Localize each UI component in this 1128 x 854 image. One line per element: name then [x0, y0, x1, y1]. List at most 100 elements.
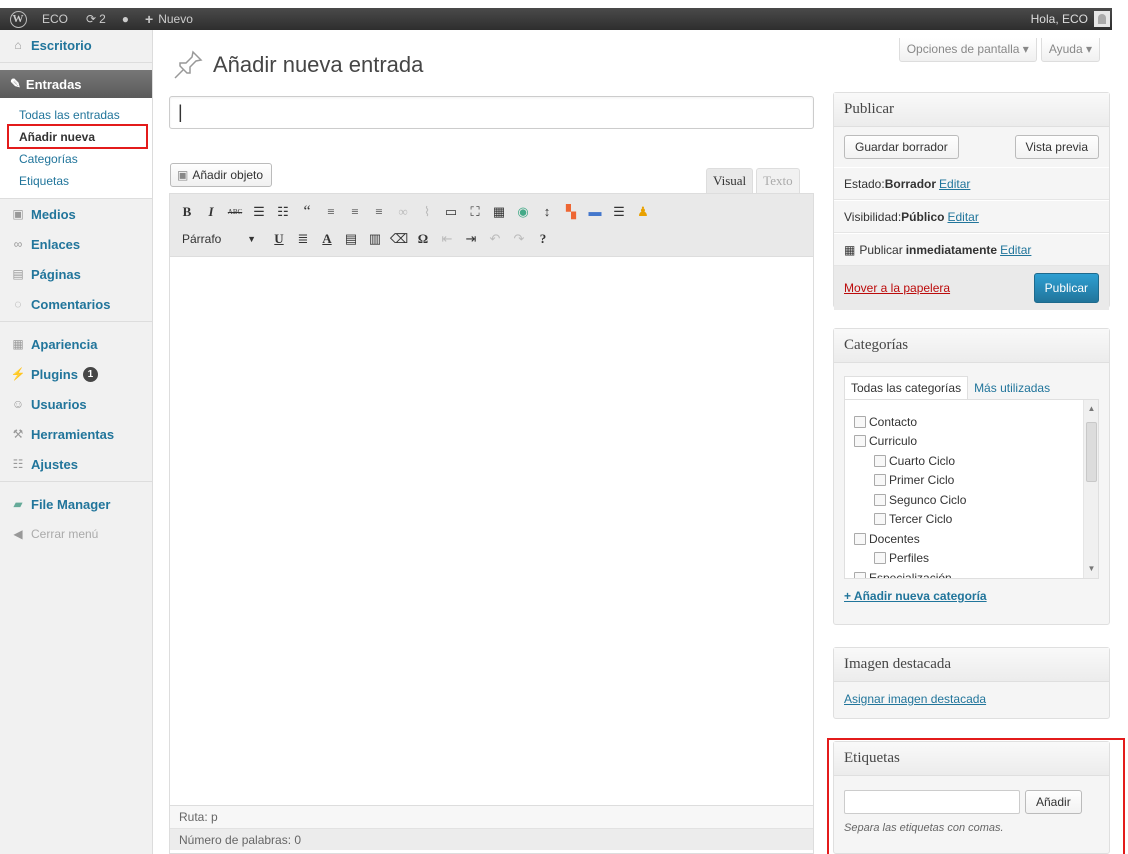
checkbox[interactable]: [874, 454, 886, 467]
tab-all-categories[interactable]: Todas las categorías: [844, 376, 969, 399]
align-center-icon[interactable]: ≡: [346, 203, 364, 221]
fullscreen-icon[interactable]: ⛶: [466, 203, 484, 221]
set-featured-image-link[interactable]: Asignar imagen destacada: [844, 692, 986, 706]
menu-escritorio[interactable]: ⌂ Escritorio: [0, 30, 152, 60]
bullet-list-icon[interactable]: ☰: [250, 203, 268, 221]
editor-content-area[interactable]: [170, 257, 813, 805]
insert-more-icon[interactable]: ▭: [442, 203, 460, 221]
numbered-list-icon[interactable]: ☷: [274, 203, 292, 221]
wordpress-logo-icon[interactable]: W: [4, 8, 32, 30]
underline-icon[interactable]: U: [270, 230, 288, 248]
menu-paginas[interactable]: ▤ Páginas: [0, 259, 152, 289]
menu-comentarios[interactable]: ◌ Comentarios: [0, 289, 152, 319]
tab-visual[interactable]: Visual: [706, 168, 754, 193]
avatar[interactable]: [1094, 11, 1110, 27]
add-media-button[interactable]: ▣ Añadir objeto: [170, 163, 273, 187]
redo-icon[interactable]: ↷: [510, 230, 528, 248]
screen-options-button[interactable]: Opciones de pantalla ▾: [898, 38, 1037, 62]
publish-button[interactable]: Publicar: [1033, 273, 1099, 303]
format-select[interactable]: Párrafo ▼: [178, 229, 260, 249]
indent-icon[interactable]: ⇥: [462, 230, 480, 248]
tab-most-used[interactable]: Más utilizadas: [968, 377, 1056, 399]
justify-icon[interactable]: ≣: [294, 230, 312, 248]
updates-link[interactable]: ⟳ 2: [78, 8, 114, 30]
edit-status-link[interactable]: Editar: [939, 177, 970, 191]
preview-button[interactable]: Vista previa: [1014, 135, 1099, 159]
menu-file-manager[interactable]: ▰ File Manager: [0, 489, 152, 519]
new-content-link[interactable]: + Nuevo: [137, 8, 201, 30]
trash-link[interactable]: Mover a la papelera: [844, 281, 950, 295]
category-item[interactable]: Contacto: [854, 412, 1098, 432]
help-icon[interactable]: ?: [534, 230, 552, 248]
post-title-input[interactable]: [169, 96, 814, 129]
plugin-bar-icon[interactable]: ▬: [586, 203, 604, 221]
category-item[interactable]: Cuarto Ciclo: [854, 451, 1098, 471]
edit-visibility-link[interactable]: Editar: [948, 210, 979, 224]
checkbox[interactable]: [874, 474, 886, 487]
checkbox[interactable]: [874, 552, 886, 565]
edit-schedule-link[interactable]: Editar: [1000, 243, 1031, 257]
plugin-db-icon[interactable]: ◉: [514, 203, 532, 221]
category-item[interactable]: Tercer Ciclo: [854, 510, 1098, 530]
italic-icon[interactable]: I: [202, 203, 220, 221]
undo-icon[interactable]: ↶: [486, 230, 504, 248]
submenu-categorias[interactable]: Categorías: [0, 148, 152, 170]
bold-icon[interactable]: B: [178, 203, 196, 221]
menu-entradas[interactable]: ✎ Entradas: [0, 70, 152, 98]
category-item[interactable]: Segunco Ciclo: [854, 490, 1098, 510]
outdent-icon[interactable]: ⇤: [438, 230, 456, 248]
blockquote-icon[interactable]: “: [298, 203, 316, 221]
menu-apariencia[interactable]: ▦ Apariencia: [0, 329, 152, 359]
tab-text[interactable]: Texto: [756, 168, 800, 193]
categories-box-title[interactable]: Categorías: [834, 329, 1109, 363]
collapse-menu-button[interactable]: ◀ Cerrar menú: [0, 519, 152, 549]
calendar-icon: ▦: [844, 242, 856, 257]
insert-link-icon[interactable]: ∞: [394, 203, 412, 221]
menu-plugins[interactable]: ⚡ Plugins 1: [0, 359, 152, 389]
save-draft-button[interactable]: Guardar borrador: [844, 135, 959, 159]
menu-herramientas[interactable]: ⚒ Herramientas: [0, 419, 152, 449]
checkbox[interactable]: [854, 532, 866, 545]
plugin-colors-icon[interactable]: ▚: [562, 203, 580, 221]
plugin-lines-icon[interactable]: ☰: [610, 203, 628, 221]
featured-image-title[interactable]: Imagen destacada: [834, 648, 1109, 682]
category-item[interactable]: Primer Ciclo: [854, 471, 1098, 491]
scroll-thumb[interactable]: [1086, 422, 1097, 482]
scrollbar[interactable]: ▲ ▼: [1083, 400, 1098, 578]
category-item[interactable]: Curriculo: [854, 432, 1098, 452]
account-greeting[interactable]: Hola, ECO: [1031, 12, 1088, 26]
paste-text-icon[interactable]: ▤: [342, 230, 360, 248]
checkbox[interactable]: [874, 513, 886, 526]
category-item[interactable]: Perfiles: [854, 549, 1098, 569]
menu-ajustes[interactable]: ☷ Ajustes: [0, 449, 152, 479]
publish-box-title[interactable]: Publicar: [834, 93, 1109, 127]
submenu-todas-entradas[interactable]: Todas las entradas: [0, 104, 152, 126]
comments-link[interactable]: ●: [114, 8, 137, 30]
category-item[interactable]: Docentes: [854, 529, 1098, 549]
kitchen-sink-icon[interactable]: ▦: [490, 203, 508, 221]
align-right-icon[interactable]: ≡: [370, 203, 388, 221]
menu-enlaces[interactable]: ∞ Enlaces: [0, 229, 152, 259]
plugin-sort-icon[interactable]: ↕: [538, 203, 556, 221]
text-color-icon[interactable]: A: [318, 230, 336, 248]
menu-usuarios[interactable]: ☺ Usuarios: [0, 389, 152, 419]
site-name-link[interactable]: ECO: [32, 8, 78, 30]
align-left-icon[interactable]: ≡: [322, 203, 340, 221]
paste-word-icon[interactable]: ▥: [366, 230, 384, 248]
strikethrough-icon[interactable]: ABC: [226, 203, 244, 221]
category-item[interactable]: Especialización: [854, 568, 1098, 578]
submenu-etiquetas[interactable]: Etiquetas: [0, 170, 152, 192]
scroll-up-icon[interactable]: ▲: [1084, 402, 1098, 416]
menu-medios[interactable]: ▣ Medios: [0, 199, 152, 229]
scroll-down-icon[interactable]: ▼: [1084, 562, 1098, 576]
checkbox[interactable]: [854, 415, 866, 428]
checkbox[interactable]: [854, 435, 866, 448]
add-new-category-link[interactable]: + Añadir nueva categoría: [844, 589, 987, 603]
clear-format-icon[interactable]: ⌫: [390, 230, 408, 248]
checkbox[interactable]: [874, 493, 886, 506]
special-char-icon[interactable]: Ω: [414, 230, 432, 248]
unlink-icon[interactable]: ⌇: [418, 203, 436, 221]
help-button[interactable]: Ayuda ▾: [1040, 38, 1100, 62]
plugin-user-icon[interactable]: ♟: [634, 203, 652, 221]
checkbox[interactable]: [854, 571, 866, 578]
